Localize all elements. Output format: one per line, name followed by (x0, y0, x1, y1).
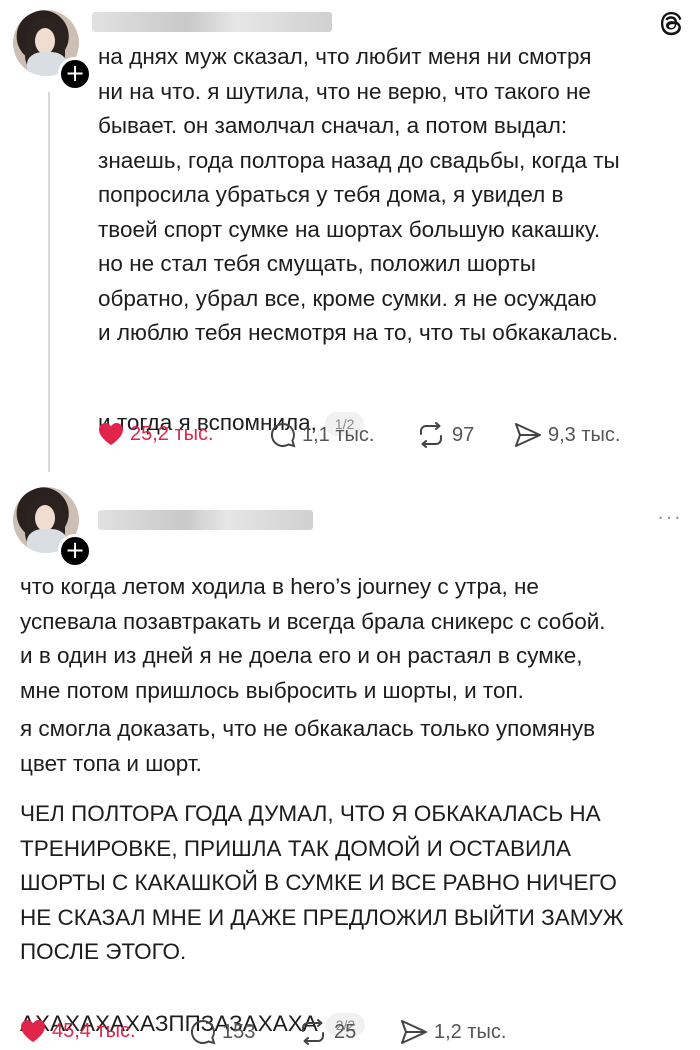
repost-icon (302, 1019, 324, 1045)
avatar-face (35, 505, 55, 531)
avatar-face (35, 28, 55, 54)
comment-button[interactable]: 1,1 тыс. (270, 422, 374, 448)
comment-button[interactable]: 153 (190, 1019, 255, 1045)
share-icon (515, 423, 541, 447)
share-count: 1,2 тыс. (434, 1020, 507, 1043)
follow-plus-icon[interactable]: + (58, 57, 92, 91)
repost-count: 97 (452, 423, 475, 446)
like-button[interactable]: 45,4 тыс. (20, 1019, 136, 1043)
threads-logo-icon[interactable] (656, 8, 686, 38)
username-blurred[interactable] (98, 510, 313, 530)
action-bar: 45,4 тыс. 153 25 1,2 тыс. (20, 1017, 690, 1049)
comment-count: 1,1 тыс. (302, 423, 375, 446)
comment-count: 153 (222, 1020, 256, 1043)
heart-icon (21, 1020, 45, 1042)
post-text: на днях муж сказал, что любит меня ни см… (98, 44, 620, 345)
repost-count: 25 (334, 1020, 357, 1043)
share-count: 9,3 тыс. (548, 423, 621, 446)
like-button[interactable]: 25,2 тыс. (98, 422, 214, 446)
more-icon[interactable]: ··· (657, 504, 682, 530)
username-blurred[interactable] (92, 12, 332, 32)
repost-button[interactable]: 97 (416, 422, 474, 448)
thread-line (48, 92, 50, 472)
like-count: 25,2 тыс. (130, 422, 214, 445)
follow-plus-icon[interactable]: + (58, 534, 92, 568)
share-icon (401, 1020, 427, 1044)
comment-icon (271, 422, 296, 448)
action-bar: 25,2 тыс. 1,1 тыс. 97 9,3 тыс. (98, 418, 688, 454)
comment-icon (191, 1019, 216, 1045)
heart-icon (99, 423, 123, 445)
post-text-paragraph: что когда летом ходила в hero’s journey … (20, 574, 606, 703)
post-text-paragraph: я смогла доказать, что не обкакалась тол… (20, 716, 596, 776)
repost-button[interactable]: 25 (298, 1019, 356, 1045)
repost-icon (420, 422, 442, 448)
share-button[interactable]: 1,2 тыс. (400, 1019, 506, 1045)
post-text-caps: ЧЕЛ ПОЛТОРА ГОДА ДУМАЛ, ЧТО Я ОБКАКАЛАСЬ… (20, 801, 624, 964)
share-button[interactable]: 9,3 тыс. (514, 422, 620, 448)
like-count: 45,4 тыс. (52, 1019, 136, 1042)
